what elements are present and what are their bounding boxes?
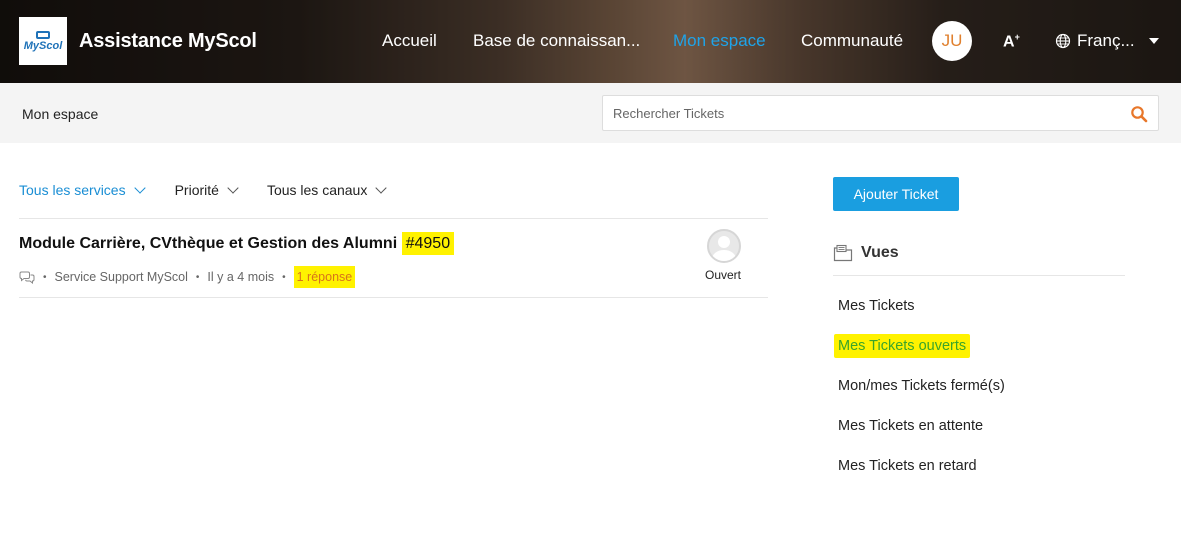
- filter-priority[interactable]: Priorité: [174, 182, 239, 198]
- chevron-down-icon: [375, 182, 388, 194]
- filter-channels-label: Tous les canaux: [266, 182, 368, 198]
- nav-knowledge-base[interactable]: Base de connaissan...: [473, 31, 640, 51]
- filter-services[interactable]: Tous les services: [19, 182, 146, 198]
- caret-down-icon: [1148, 38, 1159, 44]
- filter-bar: Tous les services Priorité Tous les cana…: [19, 182, 388, 198]
- ticket-title[interactable]: Module Carrière, CVthèque et Gestion des…: [19, 232, 455, 255]
- filter-priority-label: Priorité: [174, 182, 219, 198]
- view-tickets-en-attente[interactable]: Mes Tickets en attente: [838, 418, 983, 434]
- sub-bar: Mon espace: [0, 83, 1181, 143]
- divider: [19, 297, 768, 298]
- view-tickets-en-retard[interactable]: Mes Tickets en retard: [838, 458, 977, 474]
- views-folder-icon: [833, 244, 853, 262]
- font-size-label: A: [1003, 33, 1015, 51]
- assignee-avatar: [707, 229, 741, 263]
- filter-services-label: Tous les services: [19, 182, 126, 198]
- separator-dot: •: [282, 271, 286, 283]
- divider: [833, 275, 1125, 276]
- top-header: MyScol Assistance MyScol Accueil Base de…: [0, 0, 1181, 83]
- ticket-subject: Module Carrière, CVthèque et Gestion des…: [19, 235, 398, 252]
- ticket-time: Il y a 4 mois: [207, 270, 275, 284]
- divider: [19, 218, 768, 219]
- search-icon[interactable]: [1130, 105, 1148, 123]
- separator-dot: •: [195, 271, 200, 283]
- ticket-replies[interactable]: 1 réponse: [293, 266, 356, 288]
- separator-dot: •: [43, 271, 47, 283]
- search-input[interactable]: [603, 96, 1123, 130]
- page-title: Mon espace: [22, 106, 99, 122]
- plus-icon: +: [1014, 32, 1020, 42]
- brand-title[interactable]: Assistance MyScol: [79, 30, 257, 53]
- ticket-status: Ouvert: [705, 268, 742, 282]
- nav-communaute[interactable]: Communauté: [801, 31, 903, 51]
- chevron-down-icon: [227, 182, 239, 194]
- ticket-department: Service Support MyScol: [54, 270, 188, 284]
- add-ticket-button[interactable]: Ajouter Ticket: [833, 177, 959, 211]
- views-header: Vues: [833, 244, 899, 262]
- view-mes-tickets-ouverts[interactable]: Mes Tickets ouverts: [834, 334, 971, 358]
- view-tickets-fermes[interactable]: Mon/mes Tickets fermé(s): [838, 378, 1005, 394]
- nav-mon-espace[interactable]: Mon espace: [673, 31, 766, 51]
- user-avatar[interactable]: JU: [932, 21, 972, 61]
- view-mes-tickets[interactable]: Mes Tickets: [838, 298, 915, 314]
- myscol-logo[interactable]: MyScol: [19, 17, 67, 65]
- nav-accueil[interactable]: Accueil: [382, 31, 437, 51]
- language-selector[interactable]: Franç...: [1055, 31, 1159, 51]
- logo-text: MyScol: [23, 39, 63, 52]
- filter-channels[interactable]: Tous les canaux: [266, 182, 388, 198]
- chevron-down-icon: [133, 182, 146, 194]
- views-title: Vues: [861, 244, 899, 261]
- language-label: Franç...: [1077, 31, 1135, 50]
- ticket-id: #4950: [401, 232, 455, 255]
- ticket-meta: • Service Support MyScol • Il y a 4 mois…: [19, 266, 356, 288]
- chat-bubbles-icon: [19, 271, 35, 284]
- search-box: [602, 95, 1159, 131]
- globe-icon: [1055, 33, 1071, 49]
- font-size-toggle[interactable]: A+: [1003, 32, 1020, 51]
- logo-icon: [36, 30, 50, 39]
